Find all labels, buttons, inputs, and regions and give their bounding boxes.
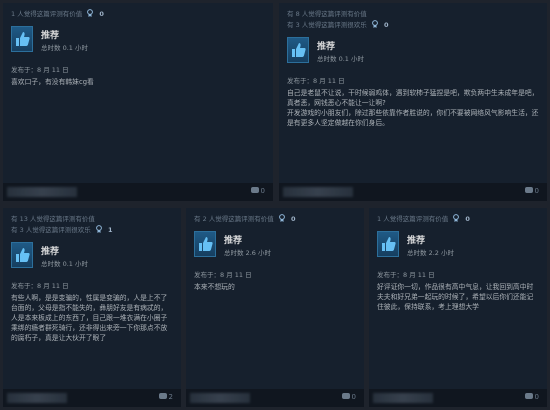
playtime: 总时数 0.1 小时 (41, 44, 88, 52)
review-footer: 0 (369, 389, 547, 407)
recommendation-label: 推荐 (41, 247, 60, 257)
recommendation-label: 推荐 (407, 236, 426, 246)
review-text: 好评证你一切，作品很有高中气息，让我回到高中时夫夫和好兄弟一起玩的时候了，希望以… (377, 283, 534, 311)
award-icon[interactable] (371, 20, 378, 28)
review-card: 1 人觉得这篇评测有价值 0 推荐 总时数 2.2 小时 发布于：8 月 11 … (369, 208, 547, 407)
comment-count[interactable]: 0 (524, 393, 539, 401)
helpful-count: 1 人觉得这篇评测有价值 (11, 10, 83, 18)
funny-count: 有 3 人觉得这篇评测很欢乐 (11, 226, 91, 234)
helpful-count: 有 8 人觉得这篇评测有价值 (287, 10, 367, 18)
comment-count[interactable]: 2 (158, 393, 173, 401)
reviewer-avatar-name[interactable] (190, 393, 250, 403)
review-text: 本来不想玩的 (194, 283, 235, 291)
post-date: 发布于：8 月 11 日 (194, 271, 252, 279)
recommendation-label: 推荐 (41, 31, 60, 41)
award-icon[interactable] (453, 214, 460, 222)
award-count: 0 (383, 21, 389, 29)
review-card: 有 2 人觉得这篇评测有价值 0 推荐 总时数 2.6 小时 发布于：8 月 1… (186, 208, 364, 407)
comment-icon (524, 393, 533, 399)
helpful-count: 有 13 人觉得这篇评测有价值 (11, 215, 95, 223)
playtime: 总时数 0.1 小时 (317, 55, 364, 63)
review-text: 自己是老鼠不让说，干时候弱鸡体，遇到软柿子猛捏是吧，欺负两中生未成年是吧，真者恶… (287, 89, 539, 127)
reviewer-avatar-name[interactable] (7, 393, 67, 403)
award-icon[interactable] (278, 214, 285, 222)
helpful-count: 1 人觉得这篇评测有价值 (377, 215, 449, 223)
review-text: 喜欢口子，有没有韩妹cg看 (11, 78, 94, 86)
recommendation-label: 推荐 (317, 42, 336, 52)
funny-count: 有 3 人觉得这篇评测很欢乐 (287, 21, 367, 29)
thumbs-up-icon (287, 37, 309, 63)
comment-count[interactable]: 0 (250, 187, 265, 195)
thumbs-up-icon (377, 231, 399, 257)
reviewer-avatar-name[interactable] (373, 393, 433, 403)
comment-icon (158, 393, 167, 399)
award-count: 0 (465, 215, 470, 223)
reviewer-avatar-name[interactable] (7, 187, 77, 197)
award-count: 0 (290, 215, 296, 223)
award-count: 1 (107, 226, 113, 234)
playtime: 总时数 2.6 小时 (224, 249, 271, 257)
review-footer: 0 (3, 183, 273, 201)
review-text: 有些人啊，是是变骗的，性属是变骗的，人是上不了台面的，父母是指不能失的，彝朋好友… (11, 294, 168, 342)
review-card: 有 8 人觉得这篇评测有价值 有 3 人觉得这篇评测很欢乐 0 推荐 总时数 0… (279, 3, 547, 201)
review-footer: 0 (279, 183, 547, 201)
review-card: 1 人觉得这篇评测有价值 0 推荐 总时数 0.1 小时 发布于：8 月 11 … (3, 3, 273, 201)
comment-icon (341, 393, 350, 399)
comment-count[interactable]: 0 (524, 187, 539, 195)
thumbs-up-icon (11, 242, 33, 268)
review-footer: 0 (186, 389, 364, 407)
award-icon[interactable] (87, 9, 94, 17)
helpful-count: 有 2 人觉得这篇评测有价值 (194, 215, 274, 223)
recommendation-label: 推荐 (224, 236, 243, 246)
playtime: 总时数 0.1 小时 (41, 260, 88, 268)
post-date: 发布于：8 月 11 日 (377, 271, 435, 279)
playtime: 总时数 2.2 小时 (407, 249, 454, 257)
comment-icon (524, 187, 533, 193)
post-date: 发布于：8 月 11 日 (11, 282, 69, 290)
review-card: 有 13 人觉得这篇评测有价值 有 3 人觉得这篇评测很欢乐 1 推荐 总时数 … (3, 208, 181, 407)
comment-count[interactable]: 0 (341, 393, 356, 401)
comment-icon (250, 187, 259, 193)
reviewer-avatar-name[interactable] (283, 187, 353, 197)
award-count: 0 (99, 10, 104, 18)
post-date: 发布于：8 月 11 日 (11, 66, 69, 74)
award-icon[interactable] (95, 225, 102, 233)
thumbs-up-icon (11, 26, 33, 52)
review-footer: 2 (3, 389, 181, 407)
post-date: 发布于：8 月 11 日 (287, 77, 345, 85)
thumbs-up-icon (194, 231, 216, 257)
